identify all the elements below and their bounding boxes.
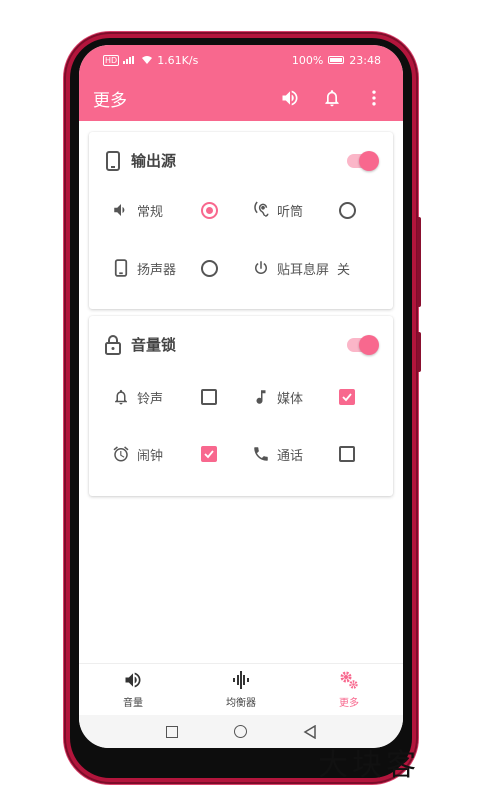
bottom-nav: 音量 均衡器 更多 (79, 663, 403, 715)
option-media-label: 媒体 (277, 391, 304, 407)
option-normal: 常规 (111, 198, 163, 222)
radio-speaker[interactable] (199, 258, 219, 278)
battery-percent: 100% (291, 53, 324, 67)
option-earpiece-label: 听筒 (277, 204, 304, 220)
volume-icon[interactable] (275, 83, 305, 113)
back-button[interactable] (303, 724, 317, 739)
phone-icon (106, 150, 120, 171)
nav-item-equalizer-label: 均衡器 (226, 698, 256, 709)
option-alarm: 闹钟 (111, 442, 163, 466)
screen: HD 1.61K/s 100% 23:48 更多 输出源 常规 听筒 扬声器 贴… (79, 45, 403, 748)
lock-icon (105, 334, 121, 355)
more-vert-icon[interactable] (359, 83, 389, 113)
nav-item-volume-label: 音量 (123, 698, 143, 709)
home-button[interactable] (233, 725, 247, 738)
bell-icon[interactable] (317, 83, 347, 113)
volume-rocker (417, 217, 421, 307)
top-bar: HD 1.61K/s 100% 23:48 更多 (79, 45, 403, 121)
nav-item-more[interactable]: 更多 (295, 664, 403, 715)
network-speed: 1.61K/s (157, 53, 199, 67)
option-speaker: 扬声器 (111, 256, 176, 280)
ear-icon (251, 200, 271, 220)
bell-icon (111, 387, 131, 407)
option-proximity-label: 贴耳息屏 (277, 262, 330, 278)
wifi-icon (142, 56, 153, 64)
checkbox-ringtone[interactable] (199, 387, 219, 407)
status-bar: HD 1.61K/s 100% 23:48 (79, 45, 403, 75)
signal-icon (123, 56, 137, 64)
status-left: HD 1.61K/s (103, 54, 198, 67)
output-source-card: 输出源 常规 听筒 扬声器 贴耳息屏 关 (89, 132, 393, 309)
hd-icon: HD (103, 54, 120, 66)
app-bar: 更多 (79, 75, 403, 121)
nav-item-equalizer[interactable]: 均衡器 (187, 664, 295, 715)
option-proximity-value: 关 (337, 262, 351, 278)
option-call: 通话 (251, 442, 303, 466)
option-ringtone: 铃声 (111, 385, 163, 409)
gears-icon (340, 671, 358, 689)
radio-normal[interactable] (199, 200, 219, 220)
checkbox-media[interactable] (337, 387, 357, 407)
output-source-title: 输出源 (131, 152, 177, 170)
checkbox-alarm[interactable] (199, 444, 219, 464)
option-earpiece: 听筒 (251, 198, 303, 222)
equalizer-icon (233, 671, 249, 689)
option-speaker-label: 扬声器 (137, 262, 177, 278)
output-source-header: 输出源 (105, 150, 176, 171)
nav-item-volume[interactable]: 音量 (79, 664, 187, 715)
option-normal-label: 常规 (137, 204, 164, 220)
checkbox-call[interactable] (337, 444, 357, 464)
output-source-toggle[interactable] (347, 151, 379, 171)
option-ringtone-label: 铃声 (137, 391, 164, 407)
volume-icon (111, 200, 131, 220)
nav-item-more-label: 更多 (339, 698, 359, 709)
music-note-icon (251, 387, 271, 407)
page-title: 更多 (93, 90, 127, 111)
option-media: 媒体 (251, 385, 303, 409)
alarm-icon (111, 444, 131, 464)
phone-icon (111, 258, 131, 278)
battery-icon (328, 56, 345, 64)
option-alarm-label: 闹钟 (137, 448, 164, 464)
option-call-label: 通话 (277, 448, 304, 464)
power-icon (251, 258, 271, 278)
phone-call-icon (251, 444, 271, 464)
volume-lock-card: 音量锁 铃声 媒体 闹钟 通话 (89, 316, 393, 496)
volume-lock-toggle[interactable] (347, 335, 379, 355)
recents-button[interactable] (165, 725, 178, 738)
option-proximity[interactable]: 贴耳息屏 关 (251, 256, 350, 280)
power-button (417, 332, 421, 372)
status-right: 100% 23:48 (292, 54, 381, 67)
radio-earpiece[interactable] (337, 200, 357, 220)
volume-icon (125, 672, 141, 688)
clock: 23:48 (349, 53, 381, 67)
volume-lock-title: 音量锁 (131, 336, 177, 354)
watermark-logo: 大块客 (318, 748, 420, 783)
volume-lock-header: 音量锁 (105, 334, 176, 355)
